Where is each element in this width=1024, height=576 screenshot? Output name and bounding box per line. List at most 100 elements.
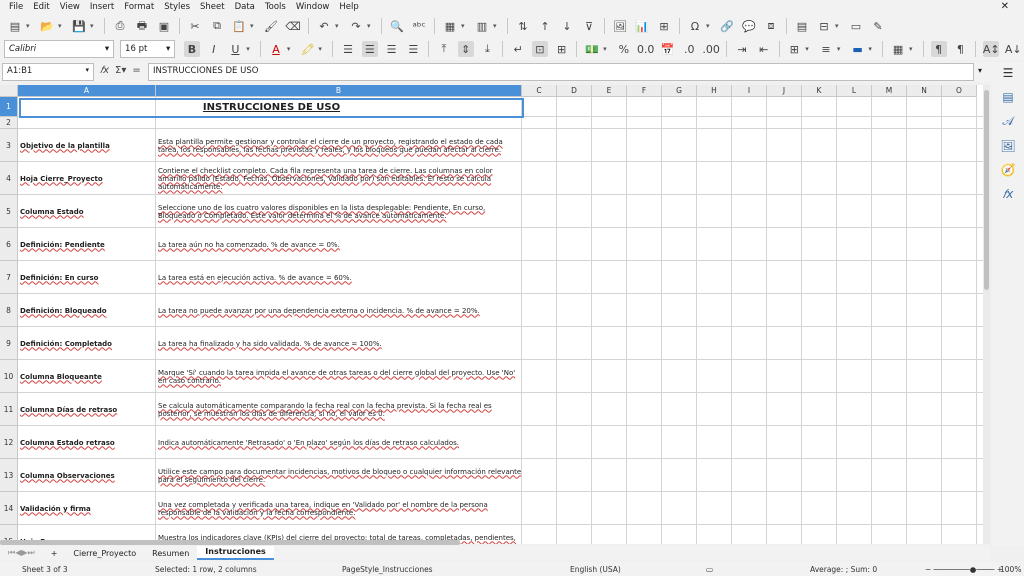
increase-indent-icon[interactable]: ⇥ (734, 41, 750, 57)
column-header-m[interactable]: M (872, 85, 907, 97)
sum-icon[interactable]: Σ▾ (115, 65, 126, 76)
chevron-down-icon[interactable]: ▾ (85, 66, 89, 74)
highlight-color-icon[interactable]: 🖍 (300, 41, 316, 57)
chevron-down-icon[interactable]: ▾ (335, 22, 343, 30)
cell-description[interactable]: La tarea ha finalizado y ha sido validad… (158, 327, 522, 360)
cell-label[interactable]: Definición: Completado (19, 327, 155, 360)
merge-cells-icon[interactable]: ⊡ (531, 41, 548, 57)
column-header-e[interactable]: E (592, 85, 627, 97)
font-color-icon[interactable]: A (268, 41, 284, 57)
decrease-indent-icon[interactable]: ⇤ (756, 41, 772, 57)
horizontal-scroll-thumb[interactable] (0, 540, 460, 545)
status-language[interactable]: English (USA) (570, 565, 621, 574)
right-to-left-icon[interactable]: ¶ (953, 41, 969, 57)
cell-description[interactable]: Marque 'Sí' cuando la tarea impida el av… (158, 360, 522, 393)
new-document-icon[interactable]: ▤ (7, 18, 23, 34)
hyperlink-icon[interactable]: 🔗 (719, 18, 735, 34)
row-header[interactable]: 8 (0, 294, 18, 327)
bold-icon[interactable]: B (184, 41, 200, 57)
status-pagestyle[interactable]: PageStyle_Instrucciones (342, 565, 433, 574)
row-header[interactable]: 10 (0, 360, 18, 393)
text-direction-vertical-icon[interactable]: A↓ (1005, 41, 1022, 57)
tab-resumen[interactable]: Resumen (144, 549, 197, 558)
unmerge-cells-icon[interactable]: ⊞ (554, 41, 570, 57)
tab-instrucciones[interactable]: Instrucciones (197, 546, 274, 560)
cut-icon[interactable]: ✂ (187, 18, 203, 34)
border-color-icon[interactable]: ▬ (850, 41, 866, 57)
border-style-icon[interactable]: ≡ (818, 41, 834, 57)
row-header[interactable]: 6 (0, 228, 18, 261)
cell-description[interactable]: Esta plantilla permite gestionar y contr… (158, 129, 522, 162)
formula-input[interactable]: INSTRUCCIONES DE USO (148, 63, 974, 81)
zoom-slider[interactable]: − ────────●──── + (925, 565, 1003, 574)
chevron-down-icon[interactable]: ▾ (250, 22, 258, 30)
name-box[interactable]: A1:B1 ▾ (2, 63, 94, 81)
functions-icon[interactable]: 𝑓x (1003, 187, 1014, 202)
row-header[interactable]: 2 (0, 117, 18, 129)
row-header[interactable]: 5 (0, 195, 18, 228)
column-header-f[interactable]: F (627, 85, 662, 97)
row-header[interactable]: 14 (0, 492, 18, 525)
close-icon[interactable]: ✕ (996, 1, 1014, 12)
row-header[interactable]: 11 (0, 393, 18, 426)
column-header-j[interactable]: J (767, 85, 802, 97)
menu-item-window[interactable]: Window (291, 2, 335, 12)
chevron-down-icon[interactable]: ▾ (493, 22, 501, 30)
menu-item-styles[interactable]: Styles (159, 2, 195, 12)
cell-label[interactable]: Columna Estado retraso (19, 426, 155, 459)
chevron-down-icon[interactable]: ▾ (367, 22, 375, 30)
column-header-l[interactable]: L (837, 85, 872, 97)
menu-item-data[interactable]: Data (230, 2, 260, 12)
sort-ascending-icon[interactable]: ↑ (537, 18, 553, 34)
column-icon[interactable]: ▥ (474, 18, 490, 34)
find-replace-icon[interactable]: 🔍 (389, 18, 405, 34)
cell-label[interactable]: Columna Días de retraso (19, 393, 155, 426)
cell-description[interactable]: Indica automáticamente 'Retrasado' o 'En… (158, 426, 522, 459)
vertical-scroll-thumb[interactable] (984, 90, 989, 290)
chevron-down-icon[interactable]: ▾ (58, 22, 66, 30)
navigator-icon[interactable]: 🧭 (1001, 163, 1016, 177)
selection-mode-icon[interactable]: ▭ (706, 565, 713, 574)
gallery-icon[interactable]: 🖼 (1000, 139, 1015, 153)
font-size-box[interactable]: 16 pt ▾ (120, 40, 176, 58)
tab-cierre-proyecto[interactable]: Cierre_Proyecto (65, 549, 144, 558)
equals-icon[interactable]: = (132, 65, 140, 76)
row-header[interactable]: 13 (0, 459, 18, 492)
align-center-icon[interactable]: ☰ (361, 41, 378, 57)
menu-item-sheet[interactable]: Sheet (195, 2, 230, 12)
menu-item-help[interactable]: Help (334, 2, 363, 12)
menu-item-file[interactable]: File (4, 2, 28, 12)
number-format-icon[interactable]: 0.0 (637, 41, 655, 57)
row-header[interactable]: 1 (0, 97, 18, 117)
cell-description[interactable]: Seleccione uno de los cuatro valores dis… (158, 195, 522, 228)
chevron-down-icon[interactable]: ▾ (835, 22, 843, 30)
align-left-icon[interactable]: ☰ (340, 41, 356, 57)
chevron-down-icon[interactable]: ▾ (868, 45, 876, 53)
column-header-c[interactable]: C (522, 85, 557, 97)
left-to-right-icon[interactable]: ¶ (930, 41, 947, 57)
redo-icon[interactable]: ↷ (348, 18, 364, 34)
chevron-down-icon[interactable]: ▾ (837, 45, 845, 53)
percent-format-icon[interactable]: % (616, 41, 632, 57)
add-decimal-icon[interactable]: .0 (681, 41, 697, 57)
status-zoom[interactable]: 100% (1000, 565, 1021, 574)
cell-label[interactable]: Columna Observaciones (19, 459, 155, 492)
date-format-icon[interactable]: 📅 (660, 41, 676, 57)
headers-footers-icon[interactable]: ⧈ (763, 18, 779, 34)
chevron-down-icon[interactable]: ▾ (26, 22, 34, 30)
comment-icon[interactable]: 💬 (741, 18, 757, 34)
spreadsheet-grid[interactable]: A B C D E F G H I J K L M N O 1 2 3 Objetivo de la plantil… (0, 85, 990, 544)
sidebar-menu-icon[interactable]: ☰ (1003, 66, 1014, 80)
cell-description[interactable]: La tarea no puede avanzar por una depend… (158, 294, 522, 327)
sort-descending-icon[interactable]: ↓ (559, 18, 575, 34)
font-name-box[interactable]: Calibri ▾ (4, 40, 115, 58)
align-top-icon[interactable]: ⤒ (436, 41, 452, 57)
row-header[interactable]: 3 (0, 129, 18, 162)
row-header[interactable]: 12 (0, 426, 18, 459)
column-header-i[interactable]: I (732, 85, 767, 97)
column-header-h[interactable]: H (697, 85, 732, 97)
copy-icon[interactable]: ⧉ (209, 18, 225, 34)
cell-label[interactable]: Definición: En curso (19, 261, 155, 294)
menu-item-format[interactable]: Format (119, 2, 159, 12)
define-print-area-icon[interactable]: ▤ (794, 18, 810, 34)
